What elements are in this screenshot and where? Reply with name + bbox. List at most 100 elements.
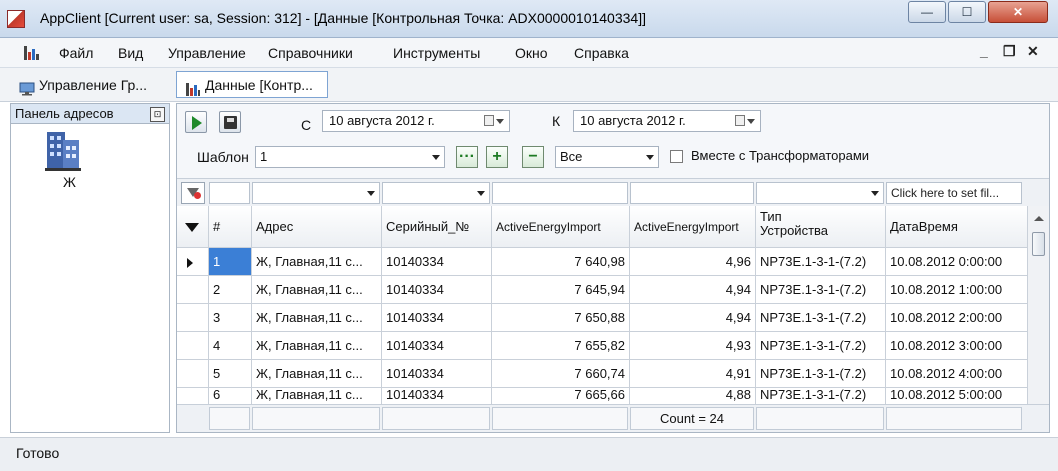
calendar-icon[interactable] [484,114,504,128]
pin-icon[interactable]: ⊡ [150,107,165,122]
row-header[interactable] [177,332,209,360]
filter-cell-energy-2[interactable] [630,182,754,204]
close-button[interactable]: ✕ [988,1,1048,23]
filter-row: Click here to set fil... [177,178,1049,206]
table-cell[interactable]: 3 [209,304,252,332]
table-cell[interactable]: Ж, Главная,11 с... [252,332,382,360]
table-cell[interactable]: 4 [209,332,252,360]
menu-window[interactable]: Окно [515,45,548,61]
table-cell[interactable]: 4,96 [630,248,756,276]
filter-cell-device-type[interactable] [756,182,884,204]
table-cell[interactable]: Ж, Главная,11 с... [252,388,382,404]
table-cell[interactable]: NP73E.1-3-1-(7.2) [756,304,886,332]
menu-manage[interactable]: Управление [168,45,246,61]
template-more-button[interactable]: ··· [456,146,478,168]
menu-references[interactable]: Справочники [268,45,353,61]
table-cell[interactable]: 5 [209,360,252,388]
table-cell[interactable]: Ж, Главная,11 с... [252,360,382,388]
table-cell[interactable]: 1 [209,248,252,276]
calendar-icon[interactable] [735,114,755,128]
mdi-close-button[interactable]: ✕ [1027,43,1039,60]
address-node-label[interactable]: Ж [63,174,76,190]
table-cell[interactable]: 10.08.2012 5:00:00 [886,388,1028,404]
table-cell[interactable]: 4,91 [630,360,756,388]
filter-cell-address[interactable] [252,182,380,204]
column-header-energy-1[interactable]: ActiveEnergyImport [492,206,630,248]
table-cell[interactable]: Ж, Главная,11 с... [252,276,382,304]
table-cell[interactable]: Ж, Главная,11 с... [252,304,382,332]
table-cell[interactable]: 7 640,98 [492,248,630,276]
tab-group-management[interactable]: Управление Гр... [10,71,174,98]
scroll-up-icon[interactable] [1034,216,1044,221]
row-header[interactable] [177,276,209,304]
clear-filter-icon[interactable] [181,182,205,204]
table-cell[interactable]: 10140334 [382,248,492,276]
vertical-scrollbar[interactable] [1027,206,1049,404]
run-button[interactable] [185,111,207,133]
filter-cell-datetime[interactable]: Click here to set fil... [886,182,1022,204]
filter-cell-energy-1[interactable] [492,182,628,204]
row-header[interactable] [177,248,209,276]
save-icon [224,116,237,129]
table-cell[interactable]: 10140334 [382,332,492,360]
table-cell[interactable]: 2 [209,276,252,304]
table-cell[interactable]: 10.08.2012 4:00:00 [886,360,1028,388]
template-add-button[interactable]: + [486,146,508,168]
table-cell[interactable]: 4,93 [630,332,756,360]
template-remove-button[interactable]: − [522,146,544,168]
building-icon[interactable] [43,128,83,172]
table-cell[interactable]: 10140334 [382,276,492,304]
filter-cell-number[interactable] [209,182,250,204]
column-header-address[interactable]: Адрес [252,206,382,248]
table-cell[interactable]: NP73E.1-3-1-(7.2) [756,332,886,360]
grid-corner[interactable] [177,206,209,248]
table-cell[interactable]: 10.08.2012 1:00:00 [886,276,1028,304]
column-header-datetime[interactable]: ДатаВремя [886,206,1028,248]
column-header-number[interactable]: # [209,206,252,248]
table-cell[interactable]: 10.08.2012 3:00:00 [886,332,1028,360]
table-cell[interactable]: 7 660,74 [492,360,630,388]
table-cell[interactable]: 6 [209,388,252,404]
menu-help[interactable]: Справка [574,45,629,61]
table-cell[interactable]: 4,88 [630,388,756,404]
table-cell[interactable]: 7 650,88 [492,304,630,332]
column-header-device-type[interactable]: Тип Устройства [756,206,886,248]
table-cell[interactable]: 7 655,82 [492,332,630,360]
table-cell[interactable]: 4,94 [630,276,756,304]
transformers-checkbox[interactable] [670,150,683,163]
menu-file[interactable]: Файл [59,45,93,61]
to-date-picker[interactable]: 10 августа 2012 г. [573,110,761,132]
table-cell[interactable]: 4,94 [630,304,756,332]
table-cell[interactable]: 7 645,94 [492,276,630,304]
table-cell[interactable]: 10.08.2012 0:00:00 [886,248,1028,276]
save-button[interactable] [219,111,241,133]
maximize-button[interactable]: ☐ [948,1,986,23]
table-cell[interactable]: 10140334 [382,304,492,332]
tab-data[interactable]: Данные [Контр... [176,71,328,98]
menu-view[interactable]: Вид [118,45,143,61]
menu-tools[interactable]: Инструменты [393,45,480,61]
table-cell[interactable]: 10140334 [382,388,492,404]
table-cell[interactable]: NP73E.1-3-1-(7.2) [756,248,886,276]
table-cell[interactable]: 10140334 [382,360,492,388]
column-header-serial[interactable]: Серийный_№ [382,206,492,248]
table-cell[interactable]: 7 665,66 [492,388,630,404]
scope-select[interactable]: Все [555,146,659,168]
table-cell[interactable]: 10.08.2012 2:00:00 [886,304,1028,332]
table-cell[interactable]: NP73E.1-3-1-(7.2) [756,276,886,304]
scrollbar-thumb[interactable] [1032,232,1045,256]
table-cell[interactable]: NP73E.1-3-1-(7.2) [756,388,886,404]
column-header-energy-2[interactable]: ActiveEnergyImport [630,206,756,248]
filter-cell-serial[interactable] [382,182,490,204]
table-cell[interactable]: Ж, Главная,11 с... [252,248,382,276]
minimize-button[interactable]: — [908,1,946,23]
row-header[interactable] [177,360,209,388]
mdi-minimize-button[interactable]: _ [980,43,988,59]
row-header[interactable] [177,388,209,404]
table-cell[interactable]: NP73E.1-3-1-(7.2) [756,360,886,388]
summary-cell [756,407,884,430]
row-header[interactable] [177,304,209,332]
from-date-picker[interactable]: 10 августа 2012 г. [322,110,510,132]
mdi-restore-button[interactable]: ❐ [1003,43,1016,60]
template-select[interactable]: 1 [255,146,445,168]
